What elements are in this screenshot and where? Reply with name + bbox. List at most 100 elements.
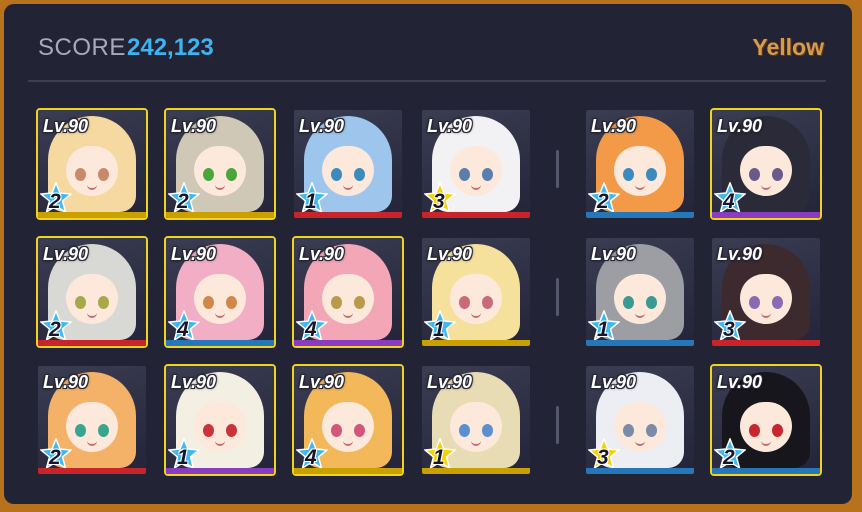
character-card[interactable]: Lv.90 2 <box>36 236 148 348</box>
star-count: 1 <box>597 318 609 341</box>
character-eye <box>749 296 760 309</box>
character-card[interactable]: Lv.90 4 <box>164 236 276 348</box>
character-eye <box>646 296 657 309</box>
score-value: 242,123 <box>127 34 214 61</box>
rarity-bar <box>166 340 274 346</box>
rarity-bar <box>38 212 146 218</box>
star-count: 3 <box>597 446 609 469</box>
character-face <box>194 274 246 324</box>
character-face <box>66 402 118 452</box>
level-label: Lv.90 <box>717 116 763 136</box>
level-label: Lv.90 <box>427 244 473 264</box>
character-eye <box>203 168 214 181</box>
character-card[interactable]: Lv.90 2 <box>36 364 148 476</box>
character-face <box>322 274 374 324</box>
character-card[interactable]: Lv.90 2 <box>36 108 148 220</box>
roster-panel: SCORE 242,123 Yellow Lv.90 2 Lv.90 2 Lv.90 1 L… <box>4 4 852 504</box>
character-eye <box>226 168 237 181</box>
star-count: 3 <box>433 190 445 213</box>
character-face <box>194 146 246 196</box>
character-eye <box>482 296 493 309</box>
character-eye <box>772 424 783 437</box>
character-eye <box>646 424 657 437</box>
team-separator <box>556 150 559 188</box>
star-count: 1 <box>177 446 189 469</box>
character-eye <box>623 296 634 309</box>
star-count: 2 <box>49 446 61 469</box>
team-separator <box>556 278 559 316</box>
star-count: 3 <box>723 318 735 341</box>
character-eye <box>354 296 365 309</box>
level-label: Lv.90 <box>427 116 473 136</box>
character-face <box>66 146 118 196</box>
rarity-bar <box>166 468 274 474</box>
star-count: 1 <box>433 318 445 341</box>
level-label: Lv.90 <box>171 116 217 136</box>
character-mouth <box>635 184 645 190</box>
character-face <box>322 146 374 196</box>
character-eye <box>75 424 86 437</box>
rarity-bar <box>586 340 694 346</box>
character-face <box>740 274 792 324</box>
character-mouth <box>215 184 225 190</box>
character-mouth <box>471 440 481 446</box>
level-label: Lv.90 <box>717 244 763 264</box>
character-eye <box>331 424 342 437</box>
character-card[interactable]: Lv.90 2 <box>584 108 696 220</box>
character-card[interactable]: Lv.90 2 <box>164 108 276 220</box>
score-header: SCORE 242,123 Yellow <box>4 4 852 80</box>
character-face <box>450 274 502 324</box>
star-count: 2 <box>177 190 189 213</box>
header-divider <box>28 80 826 82</box>
character-eye <box>623 424 634 437</box>
star-count: 2 <box>49 190 61 213</box>
character-mouth <box>761 312 771 318</box>
character-mouth <box>215 440 225 446</box>
character-eye <box>354 424 365 437</box>
character-mouth <box>87 312 97 318</box>
character-mouth <box>87 184 97 190</box>
character-card[interactable]: Lv.90 1 <box>292 108 404 220</box>
character-eye <box>98 424 109 437</box>
character-card[interactable]: Lv.90 4 <box>710 108 822 220</box>
character-card[interactable]: Lv.90 1 <box>420 364 532 476</box>
rarity-bar <box>294 212 402 218</box>
level-label: Lv.90 <box>171 244 217 264</box>
character-card[interactable]: Lv.90 3 <box>420 108 532 220</box>
character-card[interactable]: Lv.90 3 <box>584 364 696 476</box>
level-label: Lv.90 <box>43 116 89 136</box>
rarity-bar <box>38 340 146 346</box>
team-separator <box>556 406 559 444</box>
level-label: Lv.90 <box>591 116 637 136</box>
star-count: 2 <box>49 318 61 341</box>
character-eye <box>459 424 470 437</box>
level-label: Lv.90 <box>591 244 637 264</box>
rarity-bar <box>422 468 530 474</box>
character-card[interactable]: Lv.90 1 <box>164 364 276 476</box>
character-mouth <box>343 440 353 446</box>
character-mouth <box>761 184 771 190</box>
character-eye <box>354 168 365 181</box>
character-face <box>450 402 502 452</box>
character-card[interactable]: Lv.90 3 <box>710 236 822 348</box>
character-mouth <box>343 312 353 318</box>
rarity-bar <box>712 212 820 218</box>
character-face <box>740 402 792 452</box>
character-mouth <box>471 184 481 190</box>
level-label: Lv.90 <box>299 116 345 136</box>
character-card[interactable]: Lv.90 1 <box>420 236 532 348</box>
character-eye <box>226 296 237 309</box>
character-card[interactable]: Lv.90 4 <box>292 364 404 476</box>
team-name: Yellow <box>752 34 824 60</box>
character-card[interactable]: Lv.90 2 <box>710 364 822 476</box>
rarity-bar <box>422 340 530 346</box>
character-card[interactable]: Lv.90 4 <box>292 236 404 348</box>
character-mouth <box>215 312 225 318</box>
character-eye <box>203 424 214 437</box>
character-eye <box>75 296 86 309</box>
character-eye <box>646 168 657 181</box>
character-eye <box>749 424 760 437</box>
character-eye <box>482 424 493 437</box>
character-card[interactable]: Lv.90 1 <box>584 236 696 348</box>
level-label: Lv.90 <box>43 372 89 392</box>
